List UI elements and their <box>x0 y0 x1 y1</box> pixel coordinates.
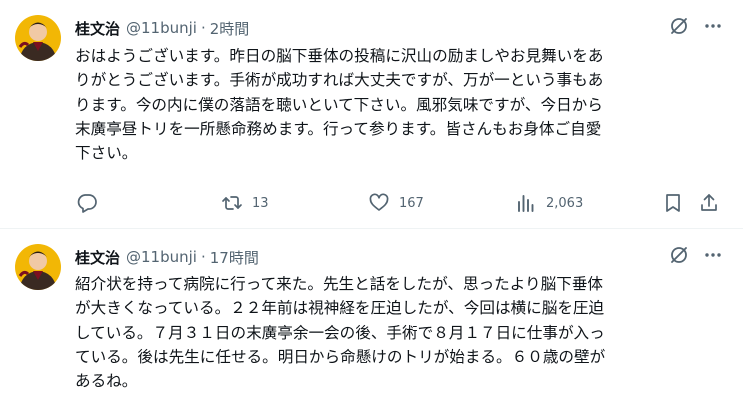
views-button[interactable]: 2,063 <box>515 190 583 216</box>
share-icon <box>698 192 720 214</box>
more-icon[interactable] <box>703 245 723 265</box>
tweet-text: おはようございます。昨日の脳下垂体の投稿に沢山の励ましやお見舞いをあ りがとうご… <box>75 47 604 163</box>
avatar-image <box>15 244 61 290</box>
author-name[interactable]: 桂文治 <box>75 18 120 39</box>
tweet-text: 紹介状を持って病院に行って来た。先生と話をしたが、思ったより脳下垂体 が大きくな… <box>75 275 606 391</box>
tweet[interactable]: 桂文治 @11bunji · 2時間 おはようございます。昨日の脳下垂体の投稿に… <box>0 0 743 229</box>
bookmark-icon <box>662 192 684 214</box>
separator-dot: · <box>200 248 206 266</box>
views-icon <box>515 192 537 214</box>
avatar[interactable] <box>15 244 61 290</box>
timeline: 桂文治 @11bunji · 2時間 おはようございます。昨日の脳下垂体の投稿に… <box>0 0 743 416</box>
tweet-header: 桂文治 @11bunji · 17時間 <box>75 246 259 268</box>
tweet[interactable]: 桂文治 @11bunji · 17時間 紹介状を持って病院に行って来た。先生と話… <box>0 229 743 416</box>
author-handle[interactable]: @11bunji <box>126 248 197 266</box>
separator-dot: · <box>200 19 206 37</box>
tweet-top-actions <box>669 245 723 265</box>
retweet-icon <box>221 192 243 214</box>
view-count: 2,063 <box>546 195 584 211</box>
tweet-header: 桂文治 @11bunji · 2時間 <box>75 17 249 39</box>
timestamp[interactable]: 17時間 <box>210 247 259 268</box>
retweet-button[interactable]: 13 <box>221 190 269 216</box>
timestamp[interactable]: 2時間 <box>210 18 250 39</box>
bookmark-button[interactable] <box>662 190 684 216</box>
like-button[interactable]: 167 <box>368 190 424 216</box>
more-icon[interactable] <box>703 16 723 36</box>
tweet-top-actions <box>669 16 723 36</box>
grok-icon[interactable] <box>669 16 689 36</box>
share-button[interactable] <box>698 190 720 216</box>
avatar[interactable] <box>15 15 61 61</box>
heart-icon <box>368 192 390 214</box>
author-handle[interactable]: @11bunji <box>126 19 197 37</box>
retweet-count: 13 <box>252 195 269 211</box>
reply-button[interactable] <box>76 190 98 216</box>
reply-icon <box>76 192 98 214</box>
like-count: 167 <box>399 195 424 211</box>
author-name[interactable]: 桂文治 <box>75 247 120 268</box>
grok-icon[interactable] <box>669 245 689 265</box>
tweet-actions: 13 167 2,063 <box>75 190 725 216</box>
avatar-image <box>15 15 61 61</box>
